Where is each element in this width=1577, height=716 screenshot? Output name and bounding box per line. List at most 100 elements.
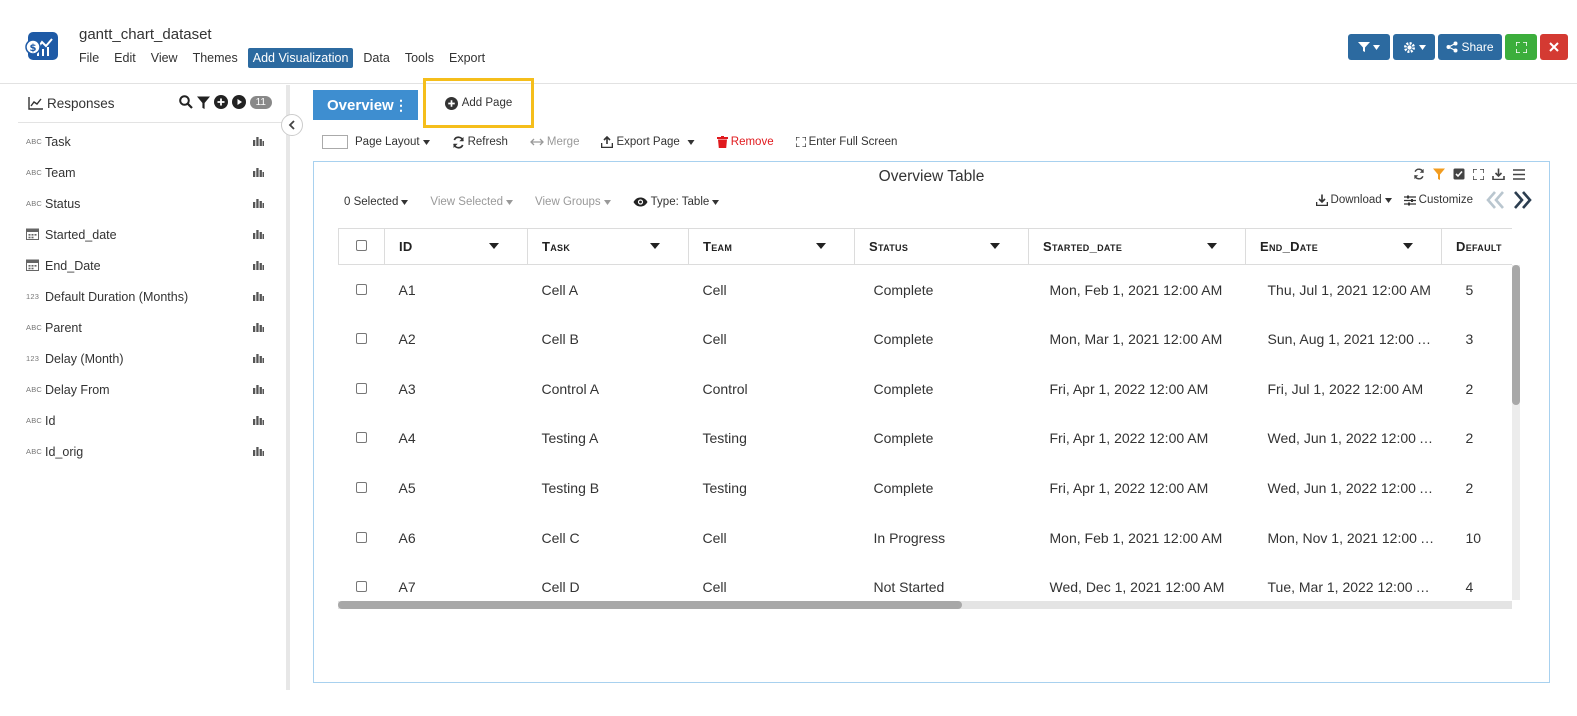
caret-down-icon[interactable] xyxy=(1403,243,1413,249)
bar-chart-icon[interactable] xyxy=(253,384,264,394)
caret-down-icon[interactable] xyxy=(650,243,660,249)
bar-chart-icon[interactable] xyxy=(253,198,264,208)
refresh-icon xyxy=(452,135,464,149)
menu-themes[interactable]: Themes xyxy=(188,48,243,68)
add-page-button[interactable]: Add Page xyxy=(423,78,534,128)
column-header-status[interactable]: Status xyxy=(854,228,1029,265)
play-circle-icon[interactable] xyxy=(231,95,246,109)
menu-view[interactable]: View xyxy=(146,48,183,68)
select-all-checkbox[interactable] xyxy=(356,240,367,251)
table-row[interactable]: A1 Cell A Cell Complete Mon, Feb 1, 2021… xyxy=(339,265,1513,315)
download-dropdown[interactable]: Download xyxy=(1315,194,1392,206)
cell-team: Testing xyxy=(702,430,747,447)
column-header-default[interactable]: Default xyxy=(1441,228,1512,265)
row-checkbox[interactable] xyxy=(356,432,367,444)
search-icon[interactable] xyxy=(178,95,193,109)
selected-count-dropdown[interactable]: 0 Selected xyxy=(344,196,409,208)
column-header-started-date[interactable]: Started_date xyxy=(1028,228,1246,265)
hamburger-menu-icon[interactable] xyxy=(1513,168,1525,180)
close-button[interactable] xyxy=(1540,34,1568,60)
field-item-status[interactable]: ABC Status xyxy=(18,188,286,219)
table-row[interactable]: A5 Testing B Testing Complete Fri, Apr 1… xyxy=(339,463,1513,513)
row-checkbox[interactable] xyxy=(356,283,367,295)
customize-button[interactable]: Customize xyxy=(1403,194,1473,206)
refresh-icon[interactable] xyxy=(1413,168,1425,180)
bar-chart-icon[interactable] xyxy=(253,260,264,270)
double-chevron-right-icon[interactable] xyxy=(1511,190,1533,210)
menu-export[interactable]: Export xyxy=(444,48,490,68)
row-checkbox[interactable] xyxy=(356,482,367,494)
visualization-type-dropdown[interactable]: Type: Table xyxy=(633,196,720,208)
field-item-delay-from[interactable]: ABC Delay From xyxy=(18,374,286,405)
field-item-parent[interactable]: ABC Parent xyxy=(18,312,286,343)
refresh-button[interactable]: Refresh xyxy=(452,135,508,149)
view-selected-dropdown[interactable]: View Selected xyxy=(430,196,514,208)
add-circle-icon[interactable] xyxy=(213,95,228,109)
bar-chart-icon[interactable] xyxy=(253,167,264,177)
expand-icon[interactable] xyxy=(1473,168,1484,180)
caret-down-icon[interactable] xyxy=(489,243,499,249)
table-row[interactable]: A2 Cell B Cell Complete Mon, Mar 1, 2021… xyxy=(339,314,1513,364)
enter-full-screen-button[interactable]: Enter Full Screen xyxy=(795,136,897,148)
column-header-task[interactable]: Task xyxy=(527,228,689,265)
caret-down-icon[interactable] xyxy=(1207,243,1217,249)
trash-icon xyxy=(716,136,728,148)
column-header-id[interactable]: ID xyxy=(384,228,528,265)
checkbox-checked-icon[interactable] xyxy=(1453,168,1465,180)
caret-down-icon[interactable] xyxy=(816,243,826,249)
caret-down-icon[interactable] xyxy=(990,243,1000,249)
tab-overview[interactable]: Overview ⋮ xyxy=(313,90,418,120)
table-row[interactable]: A3 Control A Control Complete Fri, Apr 1… xyxy=(339,364,1513,414)
bar-chart-icon[interactable] xyxy=(253,291,264,301)
bar-chart-icon[interactable] xyxy=(253,136,264,146)
share-button[interactable]: Share xyxy=(1438,34,1502,60)
double-chevron-left-icon[interactable] xyxy=(1485,190,1507,210)
merge-button[interactable]: Merge xyxy=(529,136,579,148)
view-groups-label: View Groups xyxy=(535,196,601,208)
bar-chart-icon[interactable] xyxy=(253,229,264,239)
export-page-button[interactable]: Export Page xyxy=(601,136,695,148)
field-item-id-orig[interactable]: ABC Id_orig xyxy=(18,436,286,467)
menu-data[interactable]: Data xyxy=(358,48,394,68)
vertical-scrollbar-thumb[interactable] xyxy=(1512,265,1520,405)
column-header-end-date[interactable]: End_Date xyxy=(1245,228,1442,265)
field-item-default-duration[interactable]: 123 Default Duration (Months) xyxy=(18,281,286,312)
settings-dropdown-button[interactable] xyxy=(1393,34,1435,60)
table-row[interactable]: A6 Cell C Cell In Progress Mon, Feb 1, 2… xyxy=(339,513,1513,563)
field-item-team[interactable]: ABC Team xyxy=(18,157,286,188)
column-header-team[interactable]: Team xyxy=(688,228,855,265)
page-layout-button[interactable]: Page Layout xyxy=(322,135,430,149)
view-groups-dropdown[interactable]: View Groups xyxy=(535,196,611,208)
row-checkbox[interactable] xyxy=(356,531,367,543)
menu-file[interactable]: File xyxy=(79,48,104,68)
table-row[interactable]: A4 Testing A Testing Complete Fri, Apr 1… xyxy=(339,414,1513,464)
horizontal-scrollbar[interactable] xyxy=(338,601,1512,609)
horizontal-scrollbar-thumb[interactable] xyxy=(338,601,962,609)
row-checkbox[interactable] xyxy=(356,581,367,593)
field-item-task[interactable]: ABC Task xyxy=(18,126,286,157)
caret-down-icon xyxy=(506,199,514,205)
download-icon[interactable] xyxy=(1492,168,1505,180)
field-item-started-date[interactable]: Started_date xyxy=(18,219,286,250)
menu-edit[interactable]: Edit xyxy=(109,48,141,68)
field-item-delay-month[interactable]: 123 Delay (Month) xyxy=(18,343,286,374)
bar-chart-icon[interactable] xyxy=(253,353,264,363)
field-item-end-date[interactable]: End_Date xyxy=(18,250,286,281)
bar-chart-icon[interactable] xyxy=(253,322,264,332)
collapse-sidebar-button[interactable] xyxy=(281,114,303,136)
tab-menu-icon[interactable]: ⋮ xyxy=(394,97,408,114)
bar-chart-icon[interactable] xyxy=(253,415,264,425)
filter-dropdown-button[interactable] xyxy=(1348,34,1390,60)
vertical-scrollbar[interactable] xyxy=(1512,265,1520,600)
app-logo-icon[interactable]: $ xyxy=(25,31,59,61)
remove-page-button[interactable]: Remove xyxy=(716,136,774,148)
fullscreen-button[interactable] xyxy=(1505,34,1537,60)
row-checkbox[interactable] xyxy=(356,333,367,345)
filter-icon[interactable] xyxy=(196,96,210,109)
menu-tools[interactable]: Tools xyxy=(400,48,439,68)
filter-icon[interactable] xyxy=(1433,168,1445,180)
field-item-id[interactable]: ABC Id xyxy=(18,405,286,436)
bar-chart-icon[interactable] xyxy=(253,446,264,456)
menu-add-visualization[interactable]: Add Visualization xyxy=(247,48,354,68)
row-checkbox[interactable] xyxy=(356,382,367,394)
